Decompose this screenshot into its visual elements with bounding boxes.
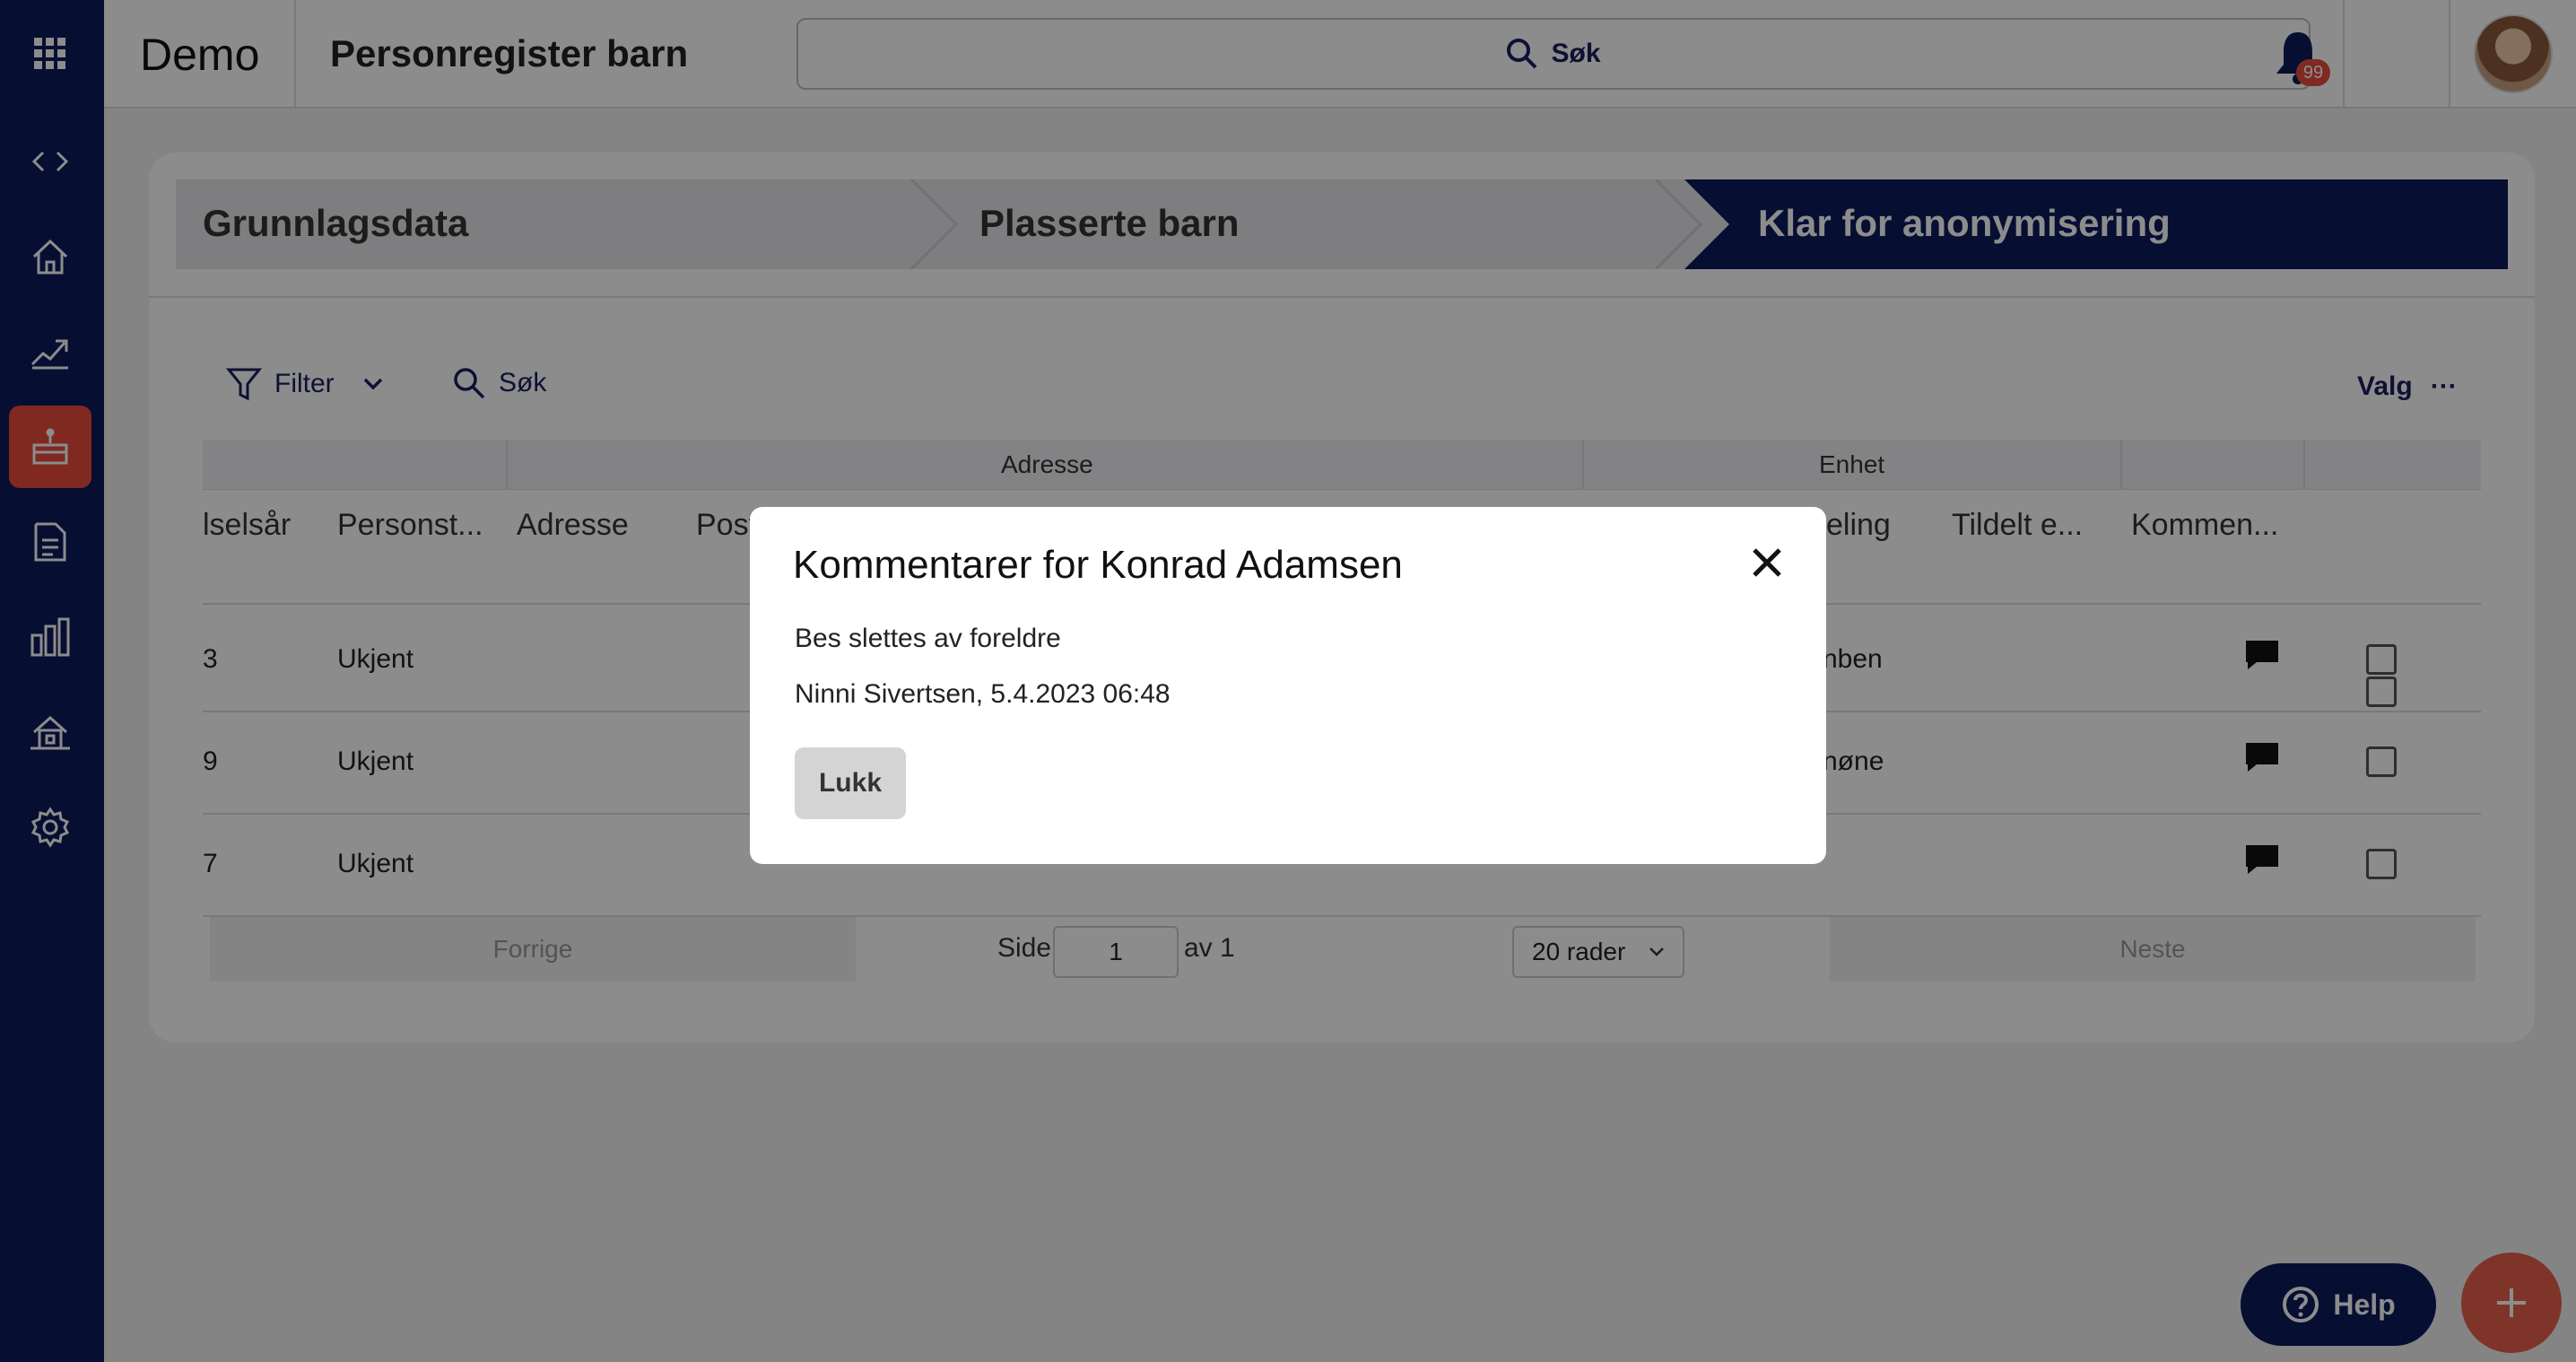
dialog-title: Kommentarer for Konrad Adamsen — [793, 543, 1403, 587]
close-icon[interactable] — [1749, 545, 1785, 581]
comments-dialog: Kommentarer for Konrad Adamsen Bes slett… — [750, 507, 1826, 864]
comment-author-date: Ninni Sivertsen, 5.4.2023 06:48 — [795, 679, 1171, 709]
close-dialog-button[interactable]: Lukk — [795, 747, 906, 819]
comment-text: Bes slettes av foreldre — [795, 624, 1061, 653]
